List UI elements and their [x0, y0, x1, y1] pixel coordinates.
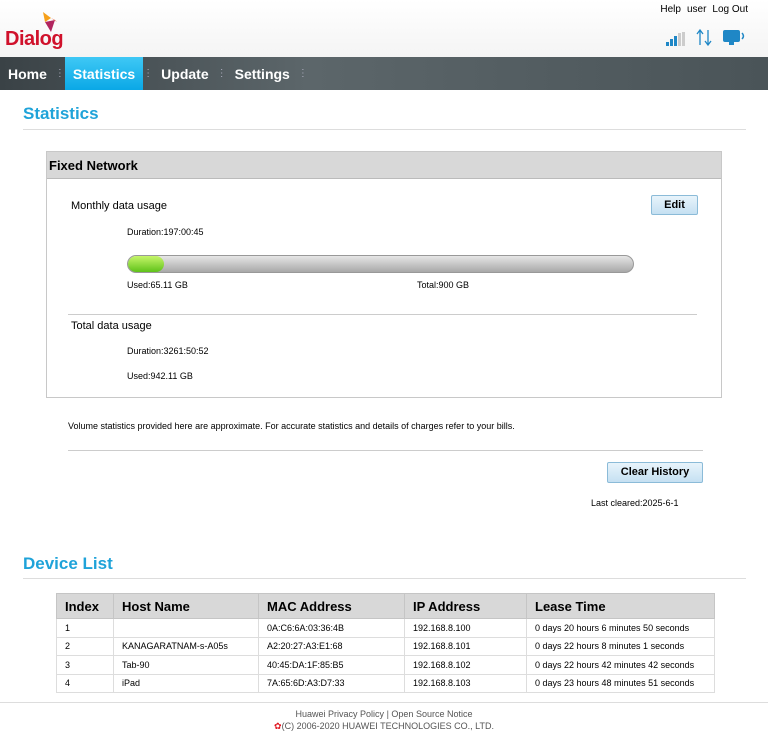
table-row: 2 KANAGARATNAM-s-A05s A2:20:27:A3:E1:68 192…: [56, 636, 715, 656]
divider: [23, 129, 746, 130]
device-list-title: Device List: [23, 554, 113, 573]
progress-fill: [128, 256, 165, 272]
table-cell: 2: [56, 636, 114, 656]
table-cell: 40:45:DA:1F:85:B5: [258, 655, 405, 675]
device-table: Index Host Name MAC Address IP Address L…: [56, 593, 715, 693]
monthly-duration: Duration:197:00:45: [127, 227, 204, 237]
table-cell: 0 days 22 hours 42 minutes 42 seconds: [526, 655, 715, 675]
nav-settings[interactable]: Settings: [227, 57, 298, 90]
logo-text: Dialog: [5, 28, 64, 50]
table-cell: 192.168.8.103: [404, 673, 527, 693]
table-row: 4 iPad 7A:65:6D:A3:D7:33 192.168.8.103 0 day…: [56, 673, 715, 693]
table-cell: 192.168.8.100: [404, 618, 527, 638]
help-link[interactable]: Help: [660, 4, 681, 15]
table-header-row: Index Host Name MAC Address IP Address L…: [56, 593, 715, 619]
table-cell: 0 days 22 hours 8 minutes 1 seconds: [526, 636, 715, 656]
table-cell: 0 days 20 hours 6 minutes 50 seconds: [526, 618, 715, 638]
edit-button[interactable]: Edit: [651, 195, 698, 215]
table-cell: Tab-90: [113, 655, 259, 675]
footer: Huawei Privacy Policy | Open Source Noti…: [0, 702, 768, 732]
main-nav: Home ⋮ Statistics ⋮ Update ⋮ Settings ⋮: [0, 57, 768, 90]
monthly-total: Total:900 GB: [417, 280, 470, 290]
table-cell: [113, 618, 259, 638]
huawei-logo-icon: ✿: [274, 721, 282, 731]
footer-separator: |: [386, 709, 389, 719]
table-cell: 192.168.8.101: [404, 636, 527, 656]
header: Dialog Help user Log Out: [0, 0, 768, 57]
open-source-link[interactable]: Open Source Notice: [391, 709, 472, 719]
last-cleared: Last cleared:2025-6-1: [591, 498, 679, 508]
monthly-usage-progress: [127, 255, 634, 273]
data-transfer-icon: [696, 29, 712, 46]
usage-notice: Volume statistics provided here are appr…: [68, 421, 515, 431]
page-title: Statistics: [23, 104, 99, 123]
nav-update[interactable]: Update: [153, 57, 216, 90]
nav-separator: ⋮: [143, 68, 154, 79]
nav-separator: ⋮: [216, 68, 227, 79]
table-cell: A2:20:27:A3:E1:68: [258, 636, 405, 656]
table-cell: 4: [56, 673, 114, 693]
total-used: Used:942.11 GB: [127, 371, 193, 381]
table-cell: 192.168.8.102: [404, 655, 527, 675]
panel-title: Fixed Network: [47, 152, 721, 179]
divider: [23, 578, 746, 579]
monthly-used: Used:65.11 GB: [127, 280, 188, 290]
column-header: Host Name: [113, 593, 259, 619]
total-duration: Duration:3261:50:52: [127, 346, 209, 356]
nav-separator: ⋮: [297, 68, 308, 79]
column-header: Lease Time: [526, 593, 715, 619]
table-cell: KANAGARATNAM-s-A05s: [113, 636, 259, 656]
copyright: (C) 2006-2020 HUAWEI TECHNOLOGIES CO., L…: [281, 721, 494, 731]
monthly-usage-label: Monthly data usage: [71, 200, 168, 212]
nav-separator: ⋮: [54, 68, 65, 79]
column-header: Index: [56, 593, 114, 619]
total-usage-label: Total data usage: [71, 320, 152, 332]
table-row: 3 Tab-90 40:45:DA:1F:85:B5 192.168.8.102 0 d…: [56, 655, 715, 675]
divider: [68, 314, 697, 315]
table-cell: 0A:C6:6A:03:36:4B: [258, 618, 405, 638]
signal-icon: [666, 32, 685, 46]
table-cell: 1: [56, 618, 114, 638]
clear-history-button[interactable]: Clear History: [607, 462, 703, 483]
table-cell: iPad: [113, 673, 259, 693]
table-cell: 0 days 23 hours 48 minutes 51 seconds: [526, 673, 715, 693]
table-row: 1 0A:C6:6A:03:36:4B 192.168.8.100 0 days 20…: [56, 618, 715, 638]
nav-statistics[interactable]: Statistics: [64, 57, 144, 90]
nav-home[interactable]: Home: [0, 57, 55, 90]
divider: [68, 450, 703, 451]
privacy-policy-link[interactable]: Huawei Privacy Policy: [296, 709, 385, 719]
table-cell: 3: [56, 655, 114, 675]
fixed-network-panel: Fixed Network Monthly data usage Edit Du…: [46, 151, 722, 398]
user-link[interactable]: user: [687, 4, 706, 15]
column-header: MAC Address: [258, 593, 405, 619]
column-header: IP Address: [404, 593, 527, 619]
table-cell: 7A:65:6D:A3:D7:33: [258, 673, 405, 693]
logout-link[interactable]: Log Out: [712, 4, 748, 15]
connection-monitor-icon: [723, 30, 745, 45]
